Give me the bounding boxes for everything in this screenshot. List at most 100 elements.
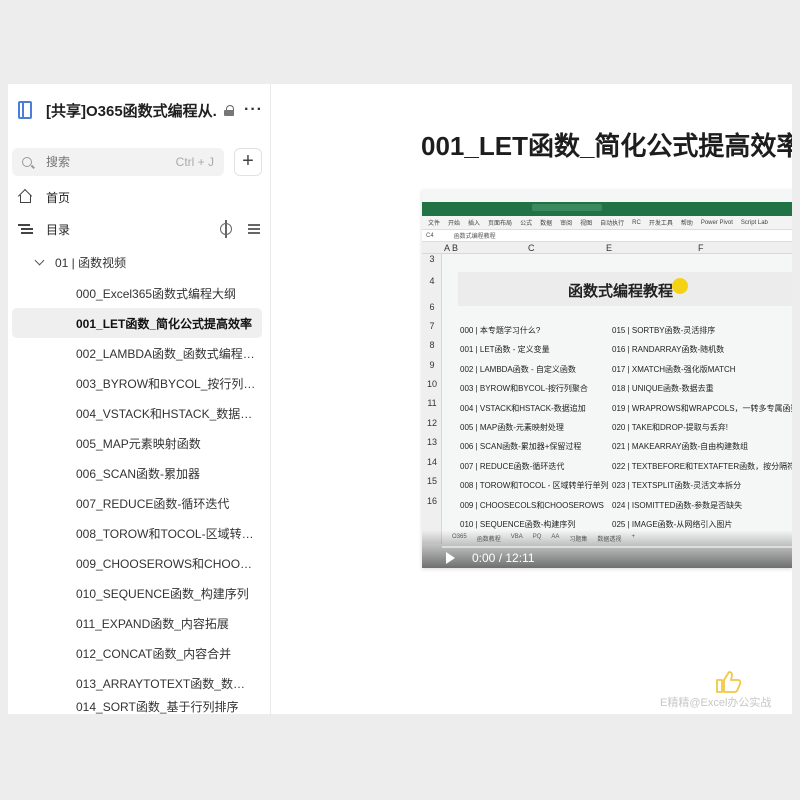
search-icon <box>22 157 32 167</box>
thumb-icon <box>716 671 741 693</box>
row-number: 16 <box>426 496 437 506</box>
ribbon-tab: 公式 <box>520 221 533 227</box>
ribbon-tab: 插入 <box>468 221 481 227</box>
sheet-cell: 020 | TAKE和DROP-提取与丢弃! <box>612 423 729 432</box>
sheet-cell: 022 | TEXTBEFORE和TEXTAFTER函数，按分隔符提取 <box>612 461 792 471</box>
sheet-cell: 008 | TOROW和TOCOL - 区域转单行单列 <box>460 481 609 491</box>
toc-item[interactable]: 003_BYROW和BYCOL_按行列聚合 <box>12 368 262 398</box>
toc-item-label: 007_REDUCE函数-循环迭代 <box>76 496 230 511</box>
sheet-tab: PQ <box>532 534 542 540</box>
sheet-cell: 001 | LET函数 - 定义变量 <box>460 345 550 355</box>
chevron-down-icon[interactable] <box>34 255 45 265</box>
row-number: 12 <box>426 418 437 428</box>
sheet-cell: 010 | SEQUENCE函数-构建序列 <box>460 520 576 529</box>
row-number: 4 <box>429 276 435 286</box>
toc-item[interactable]: 005_MAP元素映射函数 <box>12 428 262 458</box>
row-headers: 3 4 6 7 8 9 10 11 12 13 14 15 16 <box>422 254 442 544</box>
row-number: 9 <box>429 360 435 370</box>
nav-home[interactable]: 首页 <box>18 183 262 211</box>
sheet-cell: 017 | XMATCH函数-强化版MATCH <box>612 364 736 374</box>
toc-item[interactable]: 013_ARRAYTOTEXT函数_数组转... <box>12 668 262 698</box>
toc-item[interactable]: 007_REDUCE函数-循环迭代 <box>12 488 262 518</box>
name-box: C4 <box>426 232 434 239</box>
ribbon-tab: 审阅 <box>560 221 573 227</box>
doc-header: [共享]O365函数式编程从... ··· <box>18 98 266 122</box>
toc-item[interactable]: 009_CHOOSEROWS和CHOOSEC... <box>12 548 262 578</box>
search-input[interactable] <box>46 155 166 169</box>
toc-item-label: 003_BYROW和BYCOL_按行列聚合 <box>76 376 256 391</box>
search-box[interactable]: Ctrl + J <box>12 148 224 176</box>
row-number: 8 <box>429 340 435 350</box>
book-icon <box>18 101 32 119</box>
play-icon[interactable] <box>446 552 455 564</box>
toc-item-label: 005_MAP元素映射函数 <box>76 436 201 451</box>
toc-item[interactable]: 010_SEQUENCE函数_构建序列 <box>12 578 262 608</box>
doc-title[interactable]: [共享]O365函数式编程从... <box>46 100 216 121</box>
toc-item-label: 012_CONCAT函数_内容合并 <box>76 646 232 661</box>
sheet-cell: 009 | CHOOSECOLS和CHOOSEROWS <box>460 500 604 510</box>
app-window: [共享]O365函数式编程从... ··· Ctrl + J + 首页 目录 0… <box>8 84 792 714</box>
toc-item[interactable]: 000_Excel365函数式编程大纲 <box>12 278 262 308</box>
toc-item-label: 010_SEQUENCE函数_构建序列 <box>76 586 249 601</box>
ribbon-tab: RC <box>632 219 641 226</box>
excel-ribbon: 文件 开始 插入 页面布局 公式 数据 审阅 视图 自动执行 RC 开发工具 帮助 Power Pivo… <box>422 216 792 230</box>
sheet-cell: 019 | WRAPROWS和WRAPCOLS，一转多专属函数 <box>612 403 792 413</box>
sheet-cell: 023 | TEXTSPLIT函数-灵活文本拆分 <box>612 481 742 491</box>
video-player[interactable]: 文件 开始 插入 页面布局 公式 数据 审阅 视图 自动执行 RC 开发工具 帮助 Power Pivo… <box>422 190 792 568</box>
sheet-cell: 021 | MAKEARRAY函数-自由构建数组 <box>612 442 749 452</box>
toc-item-label: 004_VSTACK和HSTACK_数据的追... <box>76 406 256 421</box>
ribbon-tab: 页面布局 <box>488 221 513 227</box>
toc-item[interactable]: 012_CONCAT函数_内容合并 <box>12 638 262 668</box>
formula-text: 函数式编程教程 <box>453 234 496 240</box>
sheet-tabs: O365 函数教程 VBA PQ AA 习题集 数据透视 + <box>452 534 635 543</box>
sheet-tab: O365 <box>452 534 467 540</box>
row-number: 14 <box>426 457 437 467</box>
sheet-cell: 003 | BYROW和BYCOL-按行列聚合 <box>460 384 588 394</box>
toc-item-label: 000_Excel365函数式编程大纲 <box>76 286 237 301</box>
sheet-tab: 函数教程 <box>476 537 501 543</box>
row-number: 15 <box>426 476 437 486</box>
search-shortcut: Ctrl + J <box>175 155 214 169</box>
row-number: 10 <box>426 379 437 389</box>
ribbon-tab: 开发工具 <box>648 221 673 227</box>
toc-item[interactable]: 011_EXPAND函数_内容拓展 <box>12 608 262 638</box>
toc-item-label: 009_CHOOSEROWS和CHOOSEC... <box>76 556 256 571</box>
column-header: E <box>606 243 613 253</box>
ribbon-tab: Power Pivot <box>700 219 733 226</box>
toc-item-label: 006_SCAN函数-累加器 <box>76 466 201 481</box>
sheet-cell: 006 | SCAN函数-累加器+保留过程 <box>460 442 582 452</box>
folder-item[interactable]: 01 | 函数视频 <box>34 250 126 274</box>
row-number: 3 <box>429 254 435 264</box>
ribbon-tab: 视图 <box>580 221 593 227</box>
cursor-highlight <box>672 278 688 294</box>
ribbon-tab: 文件 <box>428 221 441 227</box>
row-number: 6 <box>429 302 435 312</box>
column-header: C <box>528 243 535 253</box>
column-headers: A B C E F <box>422 242 792 254</box>
column-header: F <box>698 243 704 253</box>
toc-item[interactable]: 004_VSTACK和HSTACK_数据的追... <box>12 398 262 428</box>
toc-list: 000_Excel365函数式编程大纲 001_LET函数_简化公式提高效率 002… <box>12 278 262 714</box>
toc-item[interactable]: 008_TOROW和TOCOL-区域转行列 <box>12 518 262 548</box>
toc-item[interactable]: 001_LET函数_简化公式提高效率 <box>12 308 262 338</box>
list-icon[interactable] <box>248 223 260 235</box>
progress-bar[interactable] <box>442 546 792 548</box>
nav-toc[interactable]: 目录 <box>18 215 262 243</box>
sheet-cell: 025 | IMAGE函数-从网络引入图片 <box>612 520 733 529</box>
sheet-cell: 018 | UNIQUE函数-数据去重 <box>612 384 714 394</box>
nav-toc-label: 目录 <box>46 222 71 237</box>
more-icon[interactable]: ··· <box>244 102 263 118</box>
sheet-tab: VBA <box>510 534 523 540</box>
excel-titlebar <box>422 202 792 216</box>
add-button[interactable]: + <box>234 148 262 176</box>
crosshair-icon[interactable] <box>220 220 232 238</box>
toc-item[interactable]: 006_SCAN函数-累加器 <box>12 458 262 488</box>
sheet-cell: 007 | REDUCE函数-循环迭代 <box>460 461 565 471</box>
sheet-heading: 函数式编程教程 <box>568 283 674 300</box>
toc-item[interactable]: 002_LAMBDA函数_函数式编程的... <box>12 338 262 368</box>
toc-icon <box>18 222 32 236</box>
sheet-cell: 004 | VSTACK和HSTACK-数据追加 <box>460 403 586 413</box>
sheet-tab: + <box>631 534 635 540</box>
ribbon-tab: 帮助 <box>680 221 693 227</box>
toc-item[interactable]: 014_SORT函数_基于行列排序 <box>12 698 262 714</box>
